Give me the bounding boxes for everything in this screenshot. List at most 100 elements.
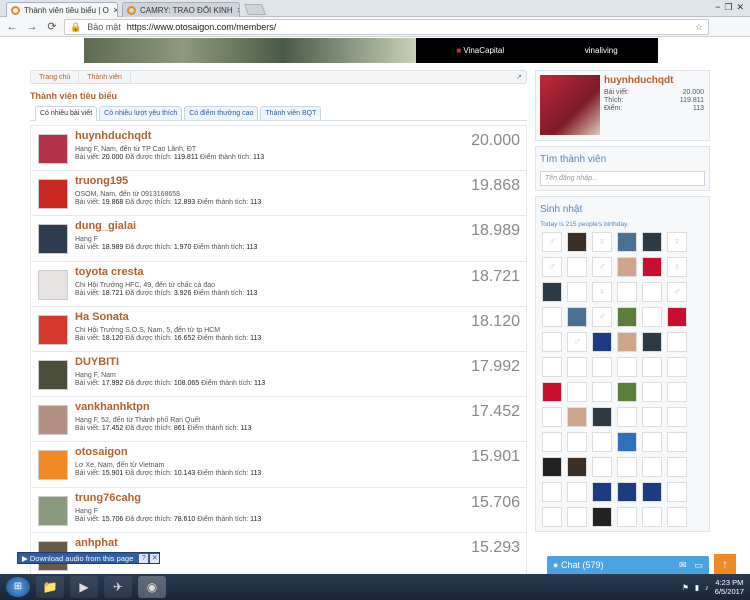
breadcrumb-home[interactable]: Trang chủ bbox=[31, 71, 80, 83]
member-avatar[interactable] bbox=[38, 359, 68, 390]
close-icon[interactable]: ✕ bbox=[150, 553, 160, 563]
address-bar[interactable]: 🔒 Bảo mật https://www.otosaigon.com/memb… bbox=[64, 19, 709, 35]
member-avatar[interactable] bbox=[38, 224, 68, 255]
birthday-default-avatar[interactable] bbox=[567, 507, 587, 527]
birthday-avatar[interactable] bbox=[542, 282, 562, 302]
member-avatar[interactable] bbox=[38, 179, 68, 210]
member-name[interactable]: truong195 bbox=[75, 175, 128, 187]
tab-staff[interactable]: Thành viên BQT bbox=[260, 106, 322, 120]
birthday-default-avatar[interactable]: ♂ bbox=[542, 257, 562, 277]
birthday-default-avatar[interactable] bbox=[667, 507, 687, 527]
bookmark-star-icon[interactable]: ☆ bbox=[695, 22, 703, 33]
breadcrumb-popup-icon[interactable]: ↗ bbox=[516, 73, 522, 81]
birthday-default-avatar[interactable] bbox=[542, 332, 562, 352]
tab-most-likes[interactable]: Có nhiều lượt yêu thích bbox=[99, 106, 183, 120]
birthday-default-avatar[interactable] bbox=[642, 432, 662, 452]
member-search-input[interactable]: Tên đăng nhập... bbox=[540, 171, 705, 186]
birthday-default-avatar[interactable] bbox=[617, 357, 637, 377]
birthday-avatar[interactable] bbox=[642, 482, 662, 502]
birthday-avatar[interactable] bbox=[592, 407, 612, 427]
member-avatar[interactable] bbox=[38, 405, 68, 436]
birthday-avatar[interactable] bbox=[567, 232, 587, 252]
member-name[interactable]: anhphat bbox=[75, 537, 118, 549]
scroll-to-top-button[interactable]: ↑ bbox=[714, 554, 736, 574]
network-icon[interactable]: ▮ bbox=[695, 583, 699, 592]
birthday-default-avatar[interactable] bbox=[567, 282, 587, 302]
volume-icon[interactable]: ♪ bbox=[705, 583, 709, 592]
tab-close-icon[interactable]: ✕ bbox=[233, 6, 239, 15]
birthday-avatar[interactable] bbox=[642, 232, 662, 252]
birthday-avatar[interactable] bbox=[592, 507, 612, 527]
birthday-default-avatar[interactable]: ♀ bbox=[592, 232, 612, 252]
birthday-default-avatar[interactable]: ♀ bbox=[667, 257, 687, 277]
birthday-avatar[interactable] bbox=[667, 307, 687, 327]
birthday-default-avatar[interactable] bbox=[667, 457, 687, 477]
flag-icon[interactable]: ⚑ bbox=[682, 583, 689, 592]
explorer-taskbar-icon[interactable]: 📁 bbox=[36, 576, 64, 598]
birthday-default-avatar[interactable] bbox=[542, 482, 562, 502]
member-avatar[interactable] bbox=[38, 269, 68, 300]
birthday-default-avatar[interactable] bbox=[642, 357, 662, 377]
birthday-avatar[interactable] bbox=[617, 332, 637, 352]
birthday-default-avatar[interactable] bbox=[667, 332, 687, 352]
member-name[interactable]: huynhduchqdt bbox=[75, 130, 151, 142]
birthday-avatar[interactable] bbox=[567, 457, 587, 477]
birthday-default-avatar[interactable] bbox=[542, 407, 562, 427]
birthday-default-avatar[interactable] bbox=[542, 507, 562, 527]
birthday-default-avatar[interactable] bbox=[642, 457, 662, 477]
birthday-avatar[interactable] bbox=[567, 307, 587, 327]
member-avatar[interactable] bbox=[38, 314, 68, 345]
tab-most-posts[interactable]: Có nhiều bài viết bbox=[35, 106, 98, 121]
visitor-name[interactable]: huynhduchqdt bbox=[604, 75, 673, 86]
chrome-taskbar-icon[interactable]: ◉ bbox=[138, 576, 166, 598]
chat-minimize-icon[interactable]: ▭ bbox=[694, 560, 703, 571]
birthday-default-avatar[interactable] bbox=[567, 382, 587, 402]
download-audio-bar[interactable]: ▶ Download audio from this page ? ✕ bbox=[17, 552, 161, 564]
birthday-avatar[interactable] bbox=[617, 307, 637, 327]
birthday-default-avatar[interactable] bbox=[592, 357, 612, 377]
browser-tab-camry[interactable]: CAMRY: TRAO ĐỔI KINH ✕ bbox=[122, 2, 240, 17]
new-tab-button[interactable] bbox=[243, 4, 267, 15]
browser-tab-members[interactable]: Thành viên tiêu biểu | O ✕ bbox=[6, 2, 118, 17]
maximize-button[interactable]: ❐ bbox=[724, 2, 732, 13]
birthday-default-avatar[interactable] bbox=[567, 482, 587, 502]
birthday-avatar[interactable] bbox=[617, 232, 637, 252]
birthday-default-avatar[interactable]: ♂ bbox=[567, 332, 587, 352]
member-name[interactable]: otosaigon bbox=[75, 446, 128, 458]
birthday-avatar[interactable] bbox=[642, 257, 662, 277]
back-button[interactable]: ← bbox=[4, 21, 20, 33]
member-name[interactable]: trung76cahg bbox=[75, 492, 141, 504]
birthday-default-avatar[interactable] bbox=[667, 382, 687, 402]
birthday-avatar[interactable] bbox=[617, 257, 637, 277]
app-taskbar-icon[interactable]: ✈ bbox=[104, 576, 132, 598]
birthday-avatar[interactable] bbox=[542, 457, 562, 477]
birthday-avatar[interactable] bbox=[642, 332, 662, 352]
media-player-taskbar-icon[interactable]: ▶ bbox=[70, 576, 98, 598]
birthday-default-avatar[interactable] bbox=[567, 257, 587, 277]
birthday-default-avatar[interactable] bbox=[667, 357, 687, 377]
birthday-default-avatar[interactable] bbox=[617, 507, 637, 527]
birthday-avatar[interactable] bbox=[617, 432, 637, 452]
birthday-avatar[interactable] bbox=[617, 382, 637, 402]
close-window-button[interactable]: ✕ bbox=[736, 2, 744, 13]
birthday-avatar[interactable] bbox=[592, 482, 612, 502]
birthday-default-avatar[interactable] bbox=[617, 282, 637, 302]
chat-bar[interactable]: ● Chat (579) ✉ ▭ bbox=[547, 556, 709, 574]
member-avatar[interactable] bbox=[38, 495, 68, 526]
birthday-avatar[interactable] bbox=[617, 482, 637, 502]
birthday-default-avatar[interactable] bbox=[667, 482, 687, 502]
birthday-default-avatar[interactable] bbox=[542, 307, 562, 327]
birthday-default-avatar[interactable] bbox=[642, 282, 662, 302]
birthday-default-avatar[interactable] bbox=[617, 457, 637, 477]
birthday-default-avatar[interactable] bbox=[567, 357, 587, 377]
birthday-default-avatar[interactable]: ♂ bbox=[542, 232, 562, 252]
birthday-avatar[interactable] bbox=[592, 332, 612, 352]
member-name[interactable]: DUYBITI bbox=[75, 356, 119, 368]
member-avatar[interactable] bbox=[38, 134, 68, 164]
visitor-avatar[interactable] bbox=[540, 75, 600, 135]
minimize-button[interactable]: − bbox=[715, 2, 720, 13]
member-name[interactable]: dung_gialai bbox=[75, 220, 136, 232]
birthday-avatar[interactable] bbox=[567, 407, 587, 427]
birthday-default-avatar[interactable] bbox=[667, 432, 687, 452]
tab-most-points[interactable]: Có điểm thưởng cao bbox=[184, 106, 259, 120]
